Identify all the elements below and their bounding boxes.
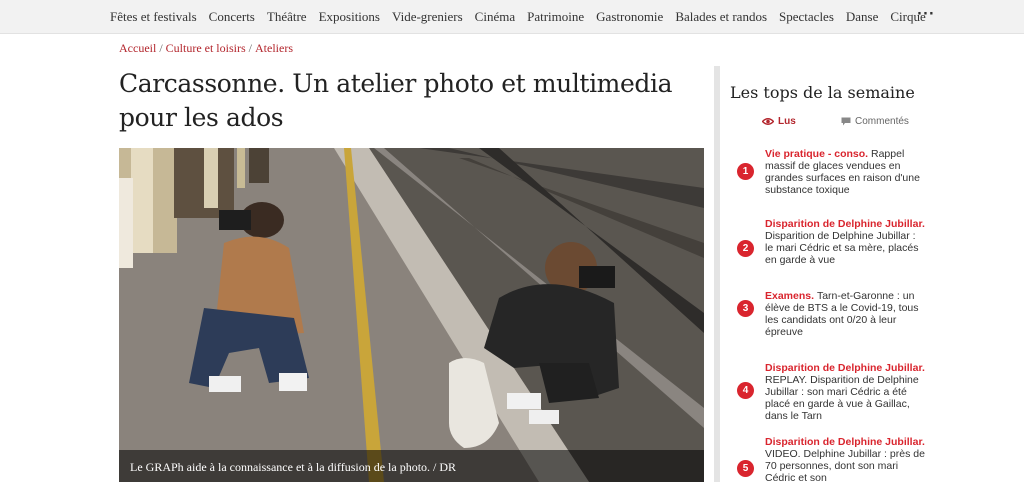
item-category: Disparition de Delphine Jubillar. bbox=[765, 362, 925, 374]
tab-most-commented-label: Commentés bbox=[855, 116, 909, 127]
nav-item-balades[interactable]: Balades et randos bbox=[675, 9, 767, 25]
sidebar-title: Les tops de la semaine bbox=[730, 83, 915, 102]
comment-icon bbox=[841, 117, 851, 126]
breadcrumb-section[interactable]: Culture et loisirs bbox=[166, 41, 246, 55]
page-title: Carcassonne. Un atelier photo et multime… bbox=[119, 69, 673, 132]
nav-item-danse[interactable]: Danse bbox=[846, 9, 879, 25]
list-item[interactable]: 2 Disparition de Delphine Jubillar. Disp… bbox=[735, 218, 925, 290]
list-item[interactable]: 5 Disparition de Delphine Jubillar. VIDE… bbox=[735, 436, 925, 496]
breadcrumb-home[interactable]: Accueil bbox=[119, 41, 156, 55]
item-category: Examens. bbox=[765, 290, 817, 302]
nav-item-gastronomie[interactable]: Gastronomie bbox=[596, 9, 663, 25]
rank-badge: 4 bbox=[737, 382, 754, 399]
rank-badge: 1 bbox=[737, 163, 754, 180]
list-item[interactable]: 3 Examens. Tarn-et-Garonne : un élève de… bbox=[735, 290, 925, 362]
photo-illustration bbox=[119, 148, 704, 482]
tab-most-read[interactable]: Lus bbox=[762, 116, 796, 127]
nav-item-concerts[interactable]: Concerts bbox=[209, 9, 255, 25]
item-text: Disparition de Delphine Jubillar : le ma… bbox=[765, 230, 919, 266]
breadcrumb-subsection[interactable]: Ateliers bbox=[255, 41, 293, 55]
breadcrumb: Accueil / Culture et loisirs / Ateliers bbox=[119, 41, 293, 55]
item-category: Vie pratique - conso. bbox=[765, 148, 871, 160]
top-articles-list: 1 Vie pratique - conso. Rappel massif de… bbox=[735, 148, 925, 496]
tab-most-read-label: Lus bbox=[778, 116, 796, 127]
nav-item-fetes[interactable]: Fêtes et festivals bbox=[110, 9, 197, 25]
column-divider bbox=[714, 66, 720, 482]
nav-item-cinema[interactable]: Cinéma bbox=[475, 9, 515, 25]
nav-item-theatre[interactable]: Théâtre bbox=[267, 9, 307, 25]
article-photo[interactable]: Le GRAPh aide à la connaissance et à la … bbox=[119, 148, 704, 482]
top-navigation: Fêtes et festivals Concerts Théâtre Expo… bbox=[0, 0, 1024, 34]
tab-most-commented[interactable]: Commentés bbox=[841, 116, 909, 127]
item-category: Disparition de Delphine Jubillar. bbox=[765, 218, 925, 230]
nav-items: Fêtes et festivals Concerts Théâtre Expo… bbox=[110, 0, 926, 34]
item-text: REPLAY. Disparition de Delphine Jubillar… bbox=[765, 374, 919, 422]
item-category: Disparition de Delphine Jubillar. bbox=[765, 436, 925, 448]
nav-item-vide-greniers[interactable]: Vide-greniers bbox=[392, 9, 463, 25]
nav-item-expositions[interactable]: Expositions bbox=[319, 9, 380, 25]
list-item[interactable]: 4 Disparition de Delphine Jubillar. REPL… bbox=[735, 362, 925, 436]
eye-icon bbox=[762, 118, 774, 125]
rank-badge: 2 bbox=[737, 240, 754, 257]
list-item[interactable]: 1 Vie pratique - conso. Rappel massif de… bbox=[735, 148, 925, 218]
item-text: VIDEO. Delphine Jubillar : près de 70 pe… bbox=[765, 448, 925, 484]
rank-badge: 5 bbox=[737, 460, 754, 477]
photo-caption: Le GRAPh aide à la connaissance et à la … bbox=[119, 450, 704, 482]
more-menu-icon[interactable]: ··· bbox=[917, 7, 935, 22]
nav-item-spectacles[interactable]: Spectacles bbox=[779, 9, 834, 25]
nav-item-patrimoine[interactable]: Patrimoine bbox=[527, 9, 584, 25]
sidebar-tabs: Lus Commentés bbox=[730, 114, 924, 134]
rank-badge: 3 bbox=[737, 300, 754, 317]
